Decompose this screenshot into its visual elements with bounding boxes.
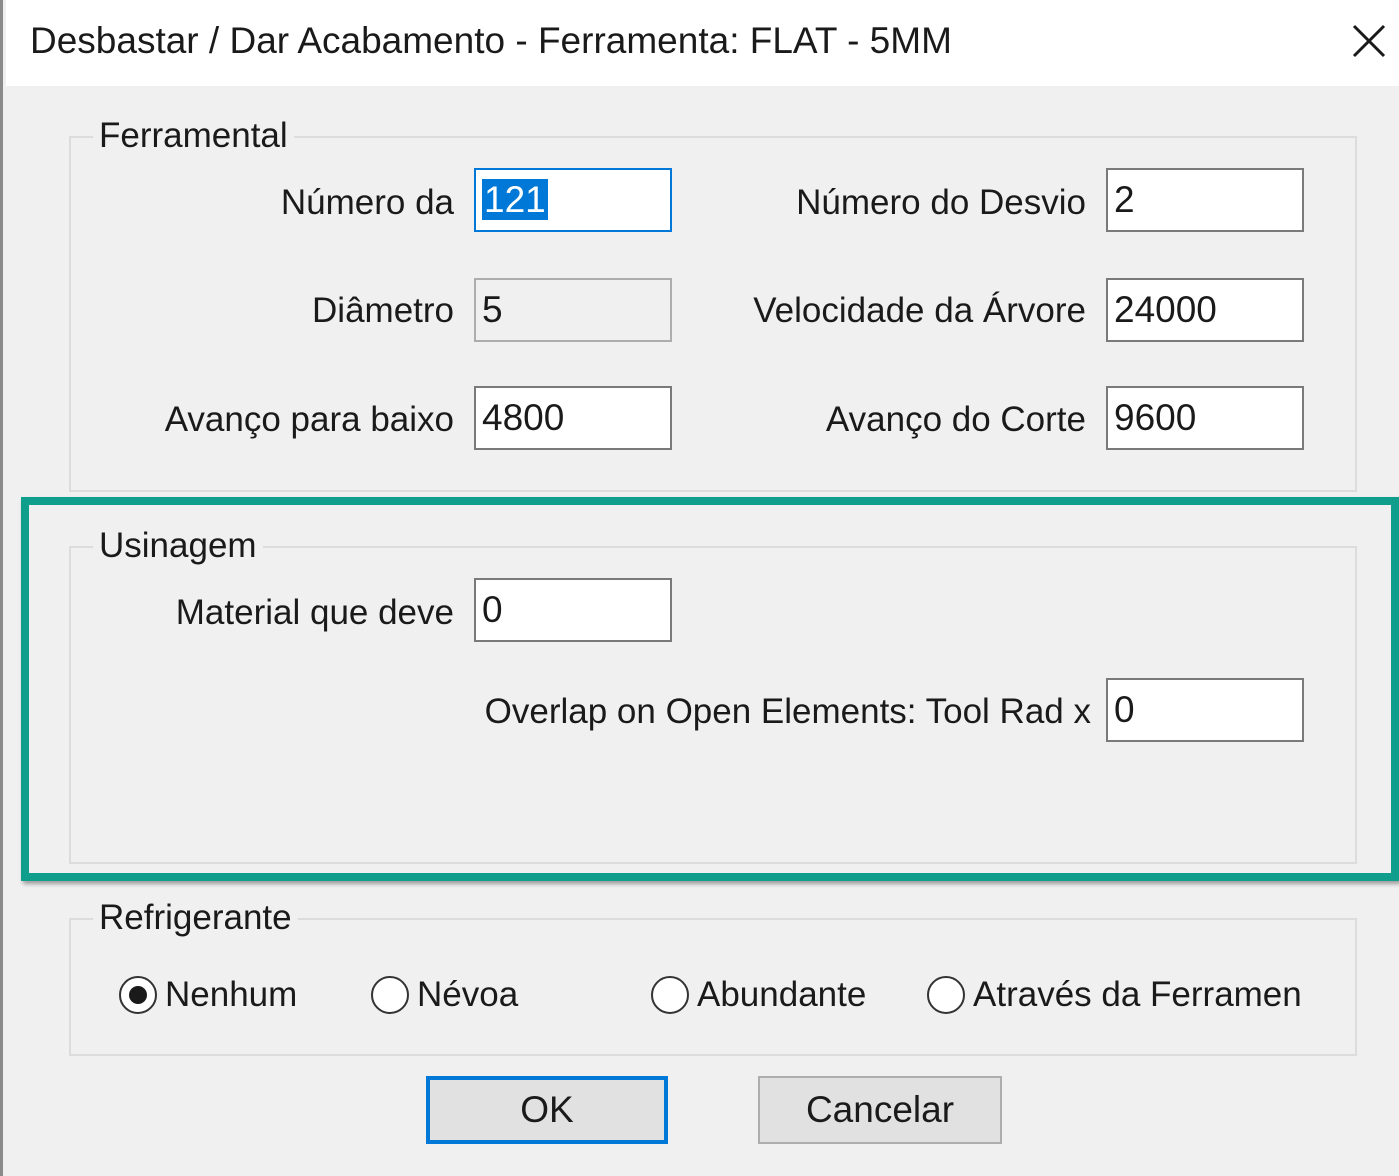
material-label: Material que deve	[175, 593, 454, 632]
avanco-baixo-input[interactable]: 4800	[474, 386, 672, 450]
radio-abundante-label: Abundante	[697, 975, 867, 1014]
window-title: Desbastar / Dar Acabamento - Ferramenta:…	[30, 20, 952, 61]
numero-da-label: Número da	[280, 183, 454, 222]
numero-desvio-label: Número do Desvio	[796, 183, 1086, 222]
radio-circle-icon	[371, 976, 409, 1014]
radio-circle-icon	[651, 976, 689, 1014]
velocidade-input[interactable]: 24000	[1106, 278, 1304, 342]
close-icon	[1352, 24, 1386, 58]
refrigerante-group-label: Refrigerante	[93, 898, 298, 938]
title-bar[interactable]: Desbastar / Dar Acabamento - Ferramenta:…	[6, 0, 1399, 86]
diametro-label: Diâmetro	[312, 291, 454, 330]
usinagem-group-label: Usinagem	[93, 526, 263, 566]
avanco-baixo-label: Avanço para baixo	[164, 400, 454, 439]
radio-nevoa[interactable]: Névoa	[371, 970, 518, 1020]
overlap-input[interactable]: 0	[1106, 678, 1304, 742]
cancel-button[interactable]: Cancelar	[758, 1076, 1002, 1144]
radio-atraves[interactable]: Através da Ferramen	[927, 970, 1302, 1020]
dialog-window: Desbastar / Dar Acabamento - Ferramenta:…	[0, 0, 1399, 1176]
radio-dot-icon	[129, 986, 147, 1004]
radio-circle-icon	[119, 976, 157, 1014]
numero-da-value: 121	[482, 179, 548, 220]
avanco-corte-label: Avanço do Corte	[825, 400, 1086, 439]
numero-da-input[interactable]: 121	[474, 168, 672, 232]
radio-circle-icon	[927, 976, 965, 1014]
close-button[interactable]	[1342, 14, 1396, 68]
avanco-corte-input[interactable]: 9600	[1106, 386, 1304, 450]
diametro-input[interactable]: 5	[474, 278, 672, 342]
numero-desvio-input[interactable]: 2	[1106, 168, 1304, 232]
overlap-label: Overlap on Open Elements: Tool Rad x	[484, 692, 1091, 731]
radio-atraves-label: Através da Ferramen	[973, 975, 1302, 1014]
radio-nenhum[interactable]: Nenhum	[119, 970, 297, 1020]
ferramental-group-label: Ferramental	[93, 116, 294, 156]
radio-nevoa-label: Névoa	[417, 975, 519, 1014]
radio-abundante[interactable]: Abundante	[651, 970, 866, 1020]
velocidade-label: Velocidade da Árvore	[753, 291, 1086, 330]
ok-button[interactable]: OK	[426, 1076, 668, 1144]
material-input[interactable]: 0	[474, 578, 672, 642]
radio-nenhum-label: Nenhum	[165, 975, 298, 1014]
